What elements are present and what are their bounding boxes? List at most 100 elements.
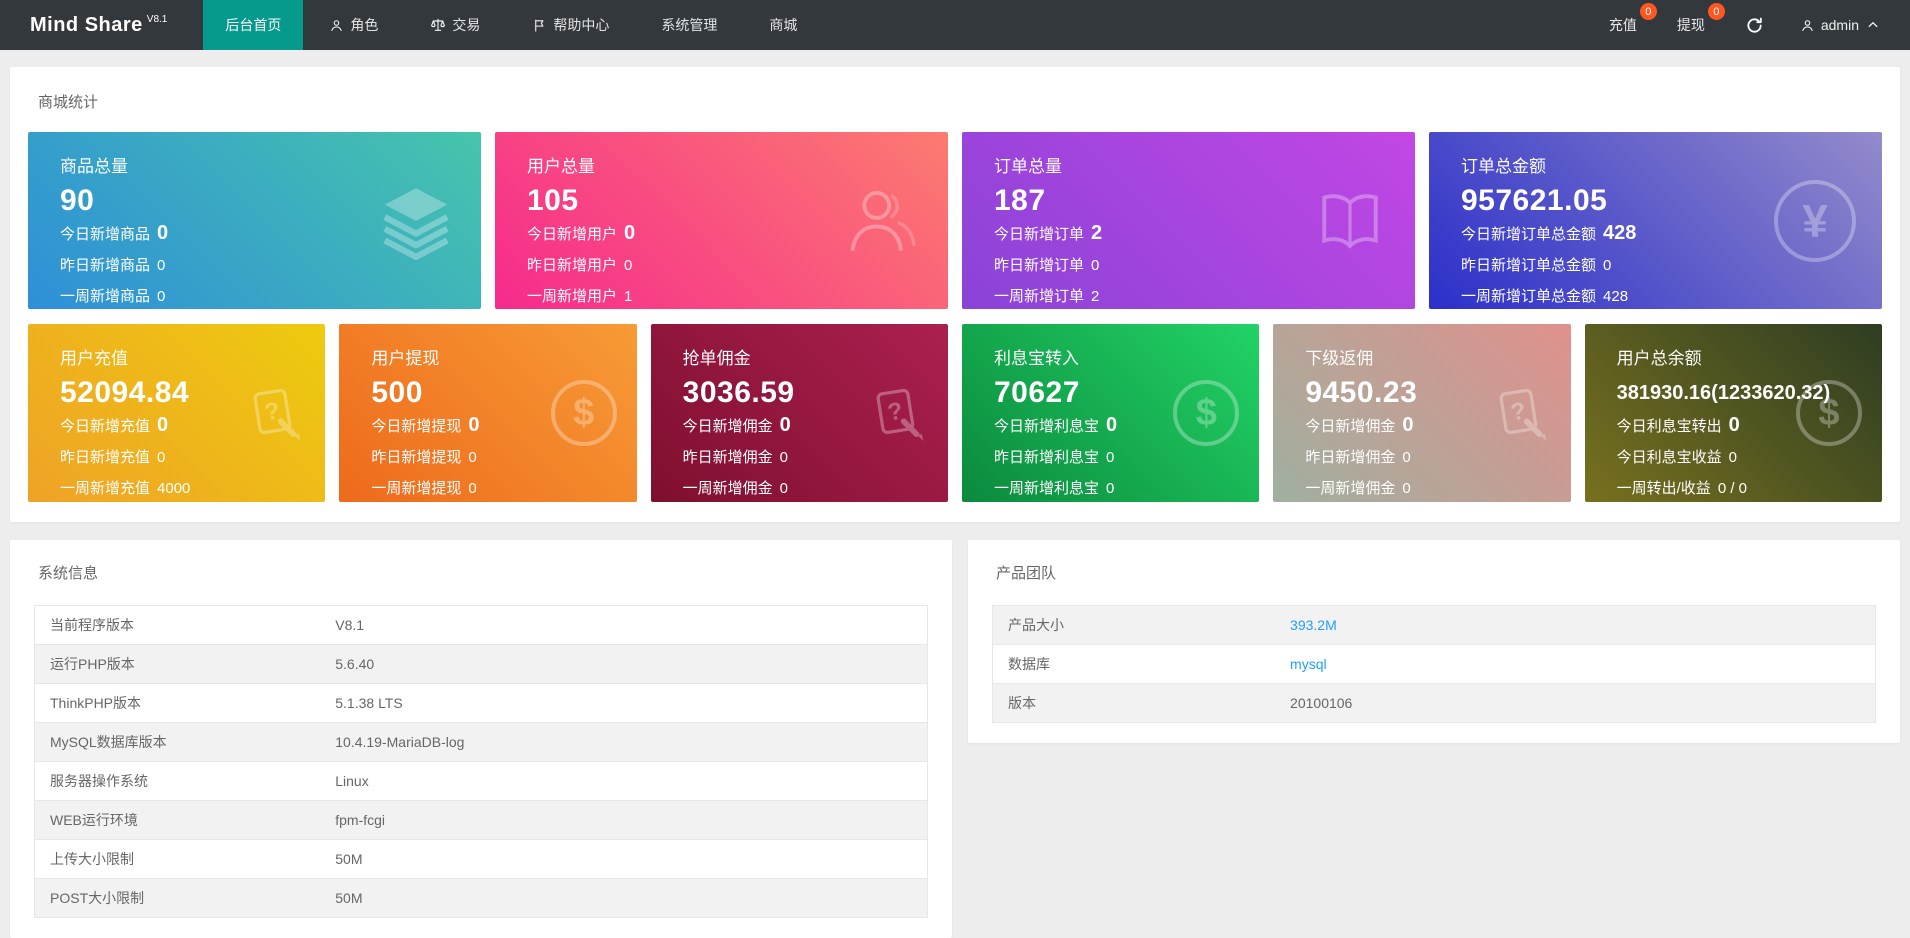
nav-home[interactable]: 后台首页 [203, 0, 304, 50]
card-user-recharge-line: 今日新增充值 0 [60, 410, 325, 442]
system-info-table: 当前程序版本 V8.1 运行PHP版本 5.6.40 ThinkPHP版本 5.1.38 … [34, 605, 928, 918]
row-value-link[interactable]: 393.2M [1290, 617, 1337, 633]
line-label: 今日新增订单 [994, 226, 1085, 243]
line-value: 0 [1603, 257, 1612, 274]
card-user-withdraw-line: 昨日新增提现 0 [371, 442, 636, 473]
card-user-recharge: 用户充值 52094.84 今日新增充值 0 昨日新增充值 0 一周新增充值 4000 ? [28, 324, 326, 502]
card-user-balance-line: 一周转出/收益 0 / 0 [1617, 473, 1882, 502]
line-value: 0 [157, 288, 166, 305]
recharge-label: 充值 [1608, 17, 1637, 33]
line-value: 0 [624, 222, 636, 244]
line-value: 0 [1728, 449, 1737, 466]
card-goods-total-title: 商品总量 [60, 157, 128, 176]
line-value: 0 [779, 449, 789, 466]
line-label: 一周新增提现 [371, 480, 462, 497]
card-order-amount-line: 昨日新增订单总金额 0 [1461, 250, 1882, 281]
card-order-amount-title: 订单总金额 [1461, 157, 1546, 176]
line-label: 昨日新增提现 [371, 449, 462, 466]
line-value: 428 [1603, 288, 1629, 305]
brand-name: Mind Share [30, 13, 143, 36]
user-name: admin [1820, 17, 1859, 33]
flag-icon [532, 18, 547, 33]
card-order-amount: 订单总金额 957621.05 今日新增订单总金额 428 昨日新增订单总金额 0 一周新增… [1429, 132, 1882, 309]
line-label: 一周新增利息宝 [993, 480, 1099, 497]
line-label: 一周新增佣金 [1305, 480, 1396, 497]
user-icon [1800, 18, 1815, 33]
system-info-title: 系统信息 [38, 565, 99, 582]
row-value: 5.6.40 [320, 644, 928, 684]
row-value: 50M [320, 839, 928, 879]
row-label: 版本 [992, 683, 1276, 723]
card-user-withdraw-title: 用户提现 [371, 349, 440, 368]
line-label: 今日新增商品 [60, 226, 151, 243]
table-row: POST大小限制 50M [34, 878, 928, 918]
card-users-total: 用户总量 105 今日新增用户 0 昨日新增用户 0 一周新增用户 1 [495, 132, 948, 309]
stats-cards-row1: 商品总量 90 今日新增商品 0 昨日新增商品 0 一周新增商品 0 用户总量 105 今日新增用… [28, 132, 1882, 309]
scales-icon [430, 17, 446, 33]
row-label: 产品大小 [1008, 617, 1064, 633]
line-value: 0 [1106, 414, 1118, 436]
card-users-total-line: 昨日新增用户 0 [527, 250, 948, 281]
card-interest-in-title: 利息宝转入 [993, 349, 1079, 368]
line-value: 0 [779, 414, 791, 436]
row-value: V8.1 [335, 617, 365, 633]
line-label: 一周新增用户 [527, 288, 618, 305]
line-label: 今日新增充值 [60, 418, 151, 435]
top-navbar: Mind Share V8.1 后台首页 角色 交易 帮助中心 系统管理 商城 充值 0 提现… [0, 0, 1910, 50]
recharge-badge: 0 [1639, 3, 1657, 20]
row-value-link[interactable]: mysql [1290, 656, 1327, 672]
card-sub-rebate-line: 昨日新增佣金 0 [1305, 442, 1570, 473]
line-value: 0 [157, 257, 166, 274]
nav-mall[interactable]: 商城 [749, 0, 817, 50]
row-label: MySQL数据库版本 [34, 722, 321, 762]
line-label: 昨日新增订单 [994, 257, 1085, 274]
nav-help-label: 帮助中心 [553, 17, 610, 33]
bottom-section: 系统信息 当前程序版本 V8.1 运行PHP版本 5.6.40 ThinkPHP版本 5.… [10, 540, 1900, 938]
card-sub-rebate-title: 下级返佣 [1305, 349, 1374, 368]
product-team-table: 产品大小 393.2M 数据库 mysql 版本 20100106 [992, 605, 1876, 723]
line-value: 0 [157, 414, 169, 436]
nav-mall-label: 商城 [769, 17, 798, 33]
card-orders-total: 订单总量 187 今日新增订单 2 昨日新增订单 0 一周新增订单 2 [962, 132, 1415, 309]
mall-stats-panel: 商城统计 商品总量 90 今日新增商品 0 昨日新增商品 0 一周新增商品 0 用户总量 105… [10, 67, 1900, 522]
line-value: 428 [1603, 222, 1637, 244]
row-value-cell: 393.2M [1275, 606, 1875, 645]
mall-stats-title: 商城统计 [38, 94, 99, 111]
recharge-button[interactable]: 充值 0 [1601, 3, 1657, 35]
main-menu: 后台首页 角色 交易 帮助中心 系统管理 商城 [203, 0, 823, 50]
user-menu[interactable]: admin [1800, 17, 1880, 33]
table-row: 上传大小限制 50M [34, 839, 928, 879]
row-value: fpm-fcgi [320, 800, 928, 840]
card-user-balance: 用户总余额 381930.16(1233620.32) 今日利息宝转出 0 今日利息宝收… [1584, 324, 1882, 502]
table-row: ThinkPHP版本 5.1.38 LTS [34, 683, 928, 723]
withdraw-badge: 0 [1707, 3, 1725, 20]
line-value: 2 [1091, 288, 1100, 305]
line-value: 4000 [157, 480, 191, 497]
line-label: 一周新增订单 [994, 288, 1085, 305]
line-label: 今日利息宝转出 [1616, 418, 1722, 435]
line-value: 0 [1091, 257, 1100, 274]
nav-roles[interactable]: 角色 [309, 0, 398, 50]
line-label: 昨日新增佣金 [1305, 449, 1396, 466]
card-sub-rebate-line: 今日新增佣金 0 [1305, 410, 1570, 442]
card-orders-total-line: 昨日新增订单 0 [994, 250, 1415, 281]
row-label: 数据库 [992, 644, 1276, 684]
card-user-withdraw-value: 500 [371, 376, 423, 409]
row-label: 服务器操作系统 [34, 761, 321, 801]
nav-help[interactable]: 帮助中心 [512, 0, 629, 50]
withdraw-button[interactable]: 提现 0 [1669, 3, 1725, 35]
card-interest-in-line: 今日新增利息宝 0 [994, 410, 1259, 442]
line-label: 一周新增佣金 [682, 480, 773, 497]
card-goods-total: 商品总量 90 今日新增商品 0 昨日新增商品 0 一周新增商品 0 [28, 132, 481, 309]
card-order-commission-line: 今日新增佣金 0 [683, 410, 948, 442]
nav-trade[interactable]: 交易 [410, 0, 500, 50]
card-users-total-value: 105 [527, 184, 579, 217]
refresh-icon[interactable] [1745, 16, 1764, 35]
row-label: ThinkPHP版本 [34, 683, 321, 723]
line-value: 0 [1106, 480, 1115, 497]
table-row: 当前程序版本 V8.1 [35, 606, 928, 645]
nav-system[interactable]: 系统管理 [641, 0, 737, 50]
nav-system-label: 系统管理 [661, 17, 718, 33]
line-value: 0 [1402, 480, 1411, 497]
card-user-withdraw-line: 一周新增提现 0 [371, 473, 636, 502]
